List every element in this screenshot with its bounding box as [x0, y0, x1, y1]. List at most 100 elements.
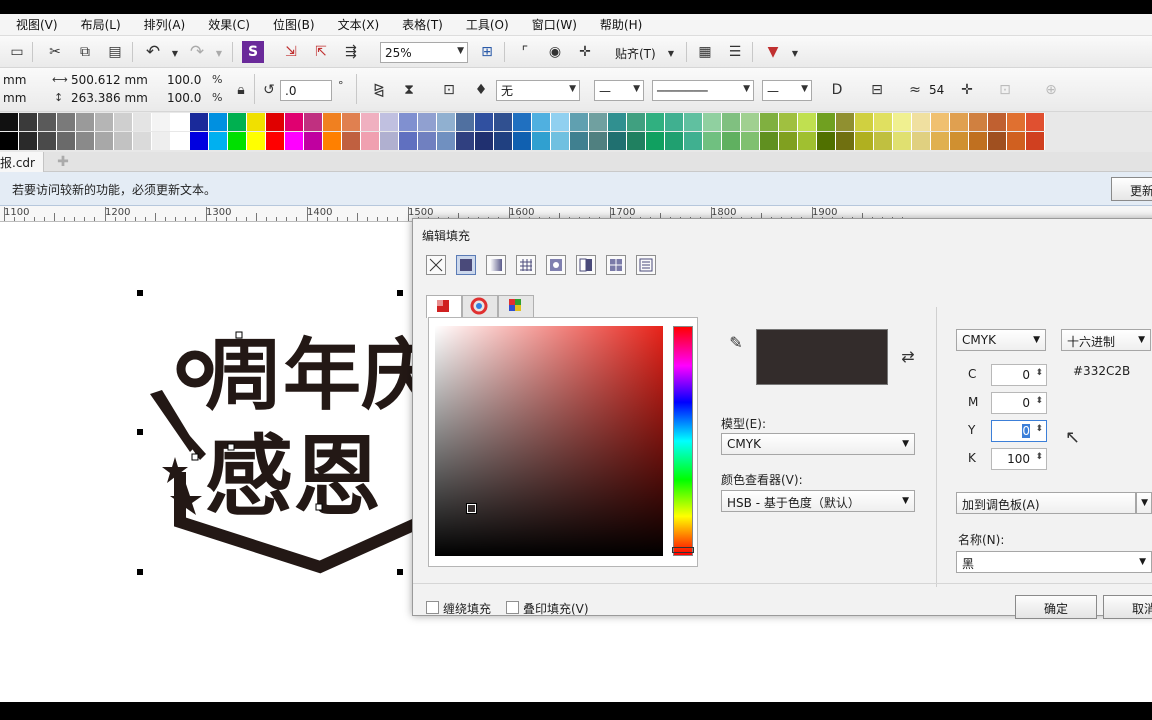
color-swatch[interactable]	[114, 132, 133, 150]
texture-fill-icon[interactable]	[606, 255, 626, 275]
color-swatch[interactable]	[532, 132, 551, 150]
paste-icon[interactable]: ▤	[104, 41, 126, 63]
close-curve-icon[interactable]: ⊟	[866, 79, 888, 101]
node-marker[interactable]	[191, 453, 199, 461]
color-swatch[interactable]	[399, 132, 418, 150]
node-marker[interactable]	[235, 331, 243, 339]
color-swatch[interactable]	[494, 113, 513, 131]
color-swatch[interactable]	[247, 113, 266, 131]
color-swatch[interactable]	[893, 132, 912, 150]
cut-icon[interactable]: ✂	[44, 41, 66, 63]
artwork[interactable]: 周年庆 感恩	[0, 222, 420, 642]
application-launcher-icon[interactable]: ☰	[724, 41, 746, 63]
color-model-dropdown[interactable]: CMYK ▼	[956, 329, 1046, 351]
spinner-icon[interactable]: ⬍	[1035, 368, 1043, 378]
color-swatch[interactable]	[912, 132, 931, 150]
menu-item[interactable]: 帮助(H)	[590, 16, 655, 33]
color-viewer-dropdown[interactable]: HSB - 基于色度（默认） ▼	[721, 490, 915, 512]
copy-icon[interactable]: ⧉	[74, 41, 96, 63]
color-swatch[interactable]	[76, 132, 95, 150]
color-swatch[interactable]	[608, 113, 627, 131]
color-swatch[interactable]	[627, 113, 646, 131]
show-grid-icon[interactable]: ◉	[544, 41, 566, 63]
convert-to-curves-icon[interactable]: ⊡	[994, 79, 1016, 101]
menu-item[interactable]: 工具(O)	[456, 16, 522, 33]
snap-to-menu[interactable]: 贴齐(T)	[612, 44, 659, 62]
color-swatch[interactable]	[228, 132, 247, 150]
spinner-icon[interactable]: ⬍	[1035, 396, 1043, 406]
color-swatch[interactable]	[323, 113, 342, 131]
export-icon[interactable]: ⇱	[310, 41, 332, 63]
cmyk-value-field[interactable]: 0 ⬍	[991, 364, 1047, 386]
color-swatch[interactable]	[950, 113, 969, 131]
fountain-fill-icon[interactable]	[486, 255, 506, 275]
color-swatch[interactable]	[209, 113, 228, 131]
hex-value[interactable]: #332C2B	[1073, 364, 1130, 378]
node-marker[interactable]	[315, 503, 323, 511]
update-button[interactable]: 更新	[1111, 177, 1152, 201]
print-icon[interactable]: ▭	[6, 41, 28, 63]
color-swatch[interactable]	[741, 113, 760, 131]
document-tab[interactable]: 报.cdr	[0, 152, 44, 172]
menu-item[interactable]: 位图(B)	[263, 16, 328, 33]
color-swatch[interactable]	[570, 113, 589, 131]
model-dropdown[interactable]: CMYK ▼	[721, 433, 915, 455]
color-swatch[interactable]	[380, 132, 399, 150]
color-swatch[interactable]	[741, 132, 760, 150]
color-swatch[interactable]	[171, 113, 190, 131]
color-swatch[interactable]	[969, 113, 988, 131]
color-swatch[interactable]	[285, 113, 304, 131]
color-swatch[interactable]	[19, 113, 38, 131]
rotation-angle-field[interactable]: .0	[280, 80, 332, 101]
color-swatch[interactable]	[19, 132, 38, 150]
end-arrowhead-combo[interactable]: — ▼	[762, 80, 812, 101]
selection-handle[interactable]	[137, 569, 143, 575]
color-swatch[interactable]	[95, 132, 114, 150]
color-swatch[interactable]	[57, 132, 76, 150]
color-swatch[interactable]	[646, 113, 665, 131]
color-swatch[interactable]	[342, 132, 361, 150]
color-swatch[interactable]	[551, 113, 570, 131]
color-swatch[interactable]	[361, 113, 380, 131]
selection-handle[interactable]	[137, 429, 143, 435]
object-width-field[interactable]: 500.612 mm	[68, 72, 156, 90]
publish-pdf-icon[interactable]: ⇶	[340, 41, 362, 63]
no-fill-icon[interactable]	[426, 255, 446, 275]
color-harmonies-tab[interactable]	[462, 295, 498, 317]
color-swatch[interactable]	[798, 113, 817, 131]
color-swatch[interactable]	[931, 113, 950, 131]
color-swatch[interactable]	[722, 132, 741, 150]
color-swatch[interactable]	[0, 132, 19, 150]
spinner-icon[interactable]: ⬍	[1035, 452, 1043, 462]
postscript-fill-icon[interactable]	[636, 255, 656, 275]
color-viewers-tab[interactable]	[426, 295, 462, 318]
scale-width-field[interactable]: 100.0	[164, 72, 208, 90]
color-swatch[interactable]	[874, 113, 893, 131]
color-swatch[interactable]	[779, 132, 798, 150]
menu-item[interactable]: 布局(L)	[71, 16, 134, 33]
color-picker-marker[interactable]	[466, 503, 477, 514]
overprint-fill-checkbox[interactable]	[506, 601, 519, 614]
color-swatch[interactable]	[760, 132, 779, 150]
hue-slider[interactable]	[672, 326, 694, 556]
color-swatch[interactable]	[589, 113, 608, 131]
x-position-unit[interactable]: mm	[0, 72, 29, 90]
zoom-level-combo[interactable]: 25% ▼	[380, 42, 468, 63]
color-swatch[interactable]	[114, 113, 133, 131]
cmyk-value-field[interactable]: 100 ⬍	[991, 448, 1047, 470]
color-swatch[interactable]	[1026, 132, 1045, 150]
undo-icon[interactable]: ↶	[142, 41, 164, 63]
node-icon[interactable]: ⊕	[1040, 79, 1062, 101]
ok-button[interactable]: 确定	[1015, 595, 1097, 619]
mirror-vertical-icon[interactable]: ⧗	[398, 79, 420, 101]
color-swatch[interactable]	[418, 113, 437, 131]
color-swatch[interactable]	[1007, 132, 1026, 150]
options-icon[interactable]: ▦	[694, 41, 716, 63]
color-swatch[interactable]	[817, 132, 836, 150]
color-swatch[interactable]	[608, 132, 627, 150]
color-swatch[interactable]	[266, 113, 285, 131]
vector-pattern-icon[interactable]	[516, 255, 536, 275]
color-swatch[interactable]	[798, 132, 817, 150]
bitmap-pattern-icon[interactable]	[546, 255, 566, 275]
color-swatch[interactable]	[988, 113, 1007, 131]
